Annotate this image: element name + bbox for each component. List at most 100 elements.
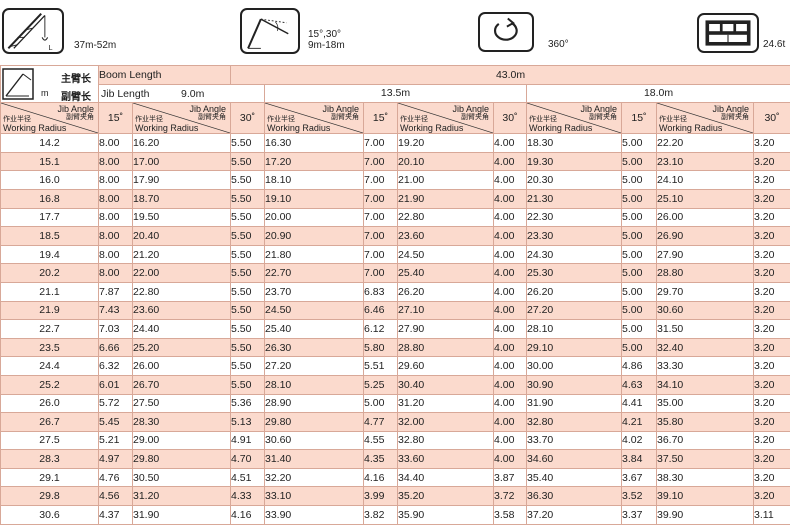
load-cell: 21.30 <box>526 188 622 209</box>
radius-cell: 15.1 <box>0 151 99 172</box>
load-cell: 21.80 <box>264 244 364 265</box>
load-cell: 35.40 <box>526 467 622 488</box>
load-cell: 31.40 <box>264 449 364 469</box>
jib-length-9-cell: Jib Length 9.0m <box>98 83 265 104</box>
load-cell: 26.00 <box>656 207 754 228</box>
load-cell: 29.70 <box>656 281 754 302</box>
load-cell: 6.46 <box>363 300 398 321</box>
radius-cell: 16.8 <box>0 188 99 209</box>
table-row: 14.2 8.00 16.20 5.50 16.30 7.00 19.20 4.00 18.30… <box>0 133 790 153</box>
load-cell: 26.00 <box>132 356 231 376</box>
load-cell: 6.01 <box>98 374 133 395</box>
load-cell: 32.40 <box>656 337 754 358</box>
load-cell: 27.10 <box>397 300 494 321</box>
table-row: 25.2 6.01 26.70 5.50 28.10 5.25 30.40 4.00 30.90… <box>0 374 790 395</box>
load-cell: 3.20 <box>752 356 790 376</box>
load-cell: 4.35 <box>363 449 398 469</box>
boom-length-row: m 主臂长 副臂长 Boom Length 43.0m <box>0 64 790 104</box>
table-row: 16.0 8.00 17.90 5.50 18.10 7.00 21.00 4.00 20.30… <box>0 170 790 190</box>
load-cell: 39.10 <box>656 486 754 507</box>
jib-length-18: 18.0m <box>525 83 790 104</box>
load-cell: 4.00 <box>493 356 527 376</box>
boom-diagram-cell: m 主臂长 副臂长 <box>0 64 99 104</box>
load-cell: 3.20 <box>752 449 790 469</box>
load-cell: 38.30 <box>656 467 754 488</box>
load-cell: 33.70 <box>526 430 622 451</box>
load-cell: 25.10 <box>656 188 754 209</box>
radius-label-en: Working Radius <box>135 123 199 134</box>
load-cell: 8.00 <box>98 263 133 283</box>
load-cell: 31.50 <box>656 319 754 339</box>
load-cell: 16.30 <box>264 133 364 153</box>
load-cell: 3.82 <box>363 505 398 525</box>
load-cell: 5.00 <box>621 244 657 265</box>
load-cell: 25.40 <box>264 319 364 339</box>
load-cell: 20.90 <box>264 226 364 246</box>
load-cell: 4.63 <box>621 374 657 395</box>
boom-length-label-cn: 主臂长 <box>61 74 91 85</box>
load-cell: 29.80 <box>132 449 231 469</box>
load-cell: 35.20 <box>397 486 494 507</box>
load-cell: 3.84 <box>621 449 657 469</box>
jib-angle-label-en: Jib Angle <box>580 104 617 115</box>
load-cell: 26.20 <box>526 281 622 302</box>
load-cell: 36.70 <box>656 430 754 451</box>
load-cell: 5.45 <box>98 412 133 432</box>
radius-cell: 25.2 <box>0 374 99 395</box>
jib-angles-text: 15°,30° <box>308 29 342 40</box>
load-cell: 24.50 <box>397 244 494 265</box>
load-cell: 4.00 <box>493 319 527 339</box>
load-cell: 23.60 <box>132 300 231 321</box>
jib-angle-label-cn: 副臂夹角 <box>331 114 359 122</box>
radius-label-en: Working Radius <box>529 123 593 134</box>
jib-length-label-en: Jib Length <box>101 87 150 100</box>
load-cell: 31.90 <box>526 393 622 414</box>
jib-length-label-cn: 副臂长 <box>61 92 91 103</box>
load-cell: 21.90 <box>397 188 494 209</box>
table-row: 21.1 7.87 22.80 5.50 23.70 6.83 26.20 4.00 26.20… <box>0 281 790 302</box>
radius-header-cell: Jib Angle 副臂夹角 作业半径 Working Radius <box>0 102 99 135</box>
load-cell: 5.25 <box>363 374 398 395</box>
load-cell: 4.00 <box>493 430 527 451</box>
table-row: 20.2 8.00 22.00 5.50 22.70 7.00 25.40 4.00 25.30… <box>0 263 790 283</box>
load-cell: 5.00 <box>363 393 398 414</box>
load-cell: 30.90 <box>526 374 622 395</box>
load-cell: 17.00 <box>132 151 231 172</box>
crane-boom-icon: L <box>2 8 64 54</box>
radius-label-en: Working Radius <box>267 123 331 134</box>
load-cell: 4.00 <box>493 300 527 321</box>
load-cell: 3.52 <box>621 486 657 507</box>
load-cell: 31.20 <box>132 486 231 507</box>
radius-cell: 20.2 <box>0 263 99 283</box>
load-cell: 3.20 <box>752 151 790 172</box>
load-cell: 4.21 <box>621 412 657 432</box>
load-cell: 25.20 <box>132 337 231 358</box>
load-cell: 24.50 <box>264 300 364 321</box>
load-cell: 39.90 <box>656 505 754 525</box>
load-cell: 35.00 <box>656 393 754 414</box>
load-cell: 26.20 <box>397 281 494 302</box>
jib-lengths-text: 9m-18m <box>308 40 345 51</box>
load-cell: 5.50 <box>230 281 265 302</box>
radius-header-cell: Jib Angle 副臂夹角 作业半径 Working Radius <box>656 102 754 135</box>
load-cell: 6.12 <box>363 319 398 339</box>
boom-length-value: 43.0m <box>229 65 790 85</box>
load-cell: 4.00 <box>493 393 527 414</box>
jib-angle-label-cn: 副臂夹角 <box>721 114 749 122</box>
load-cell: 5.36 <box>230 393 265 414</box>
load-cell: 3.87 <box>493 467 527 488</box>
load-cell: 3.20 <box>752 412 790 432</box>
load-cell: 27.20 <box>264 356 364 376</box>
load-cell: 19.30 <box>526 151 622 172</box>
load-cell: 3.20 <box>752 226 790 246</box>
load-cell: 8.00 <box>98 226 133 246</box>
column-header-row: Jib Angle 副臂夹角 作业半径 Working Radius 15˚ J… <box>0 102 790 135</box>
load-cell: 5.50 <box>230 170 265 190</box>
load-cell: 28.10 <box>264 374 364 395</box>
load-cell: 5.50 <box>230 226 265 246</box>
load-cell: 22.70 <box>264 263 364 283</box>
radius-cell: 26.0 <box>0 393 99 414</box>
load-cell: 4.00 <box>493 263 527 283</box>
load-cell: 4.00 <box>493 374 527 395</box>
load-cell: 17.90 <box>132 170 231 190</box>
